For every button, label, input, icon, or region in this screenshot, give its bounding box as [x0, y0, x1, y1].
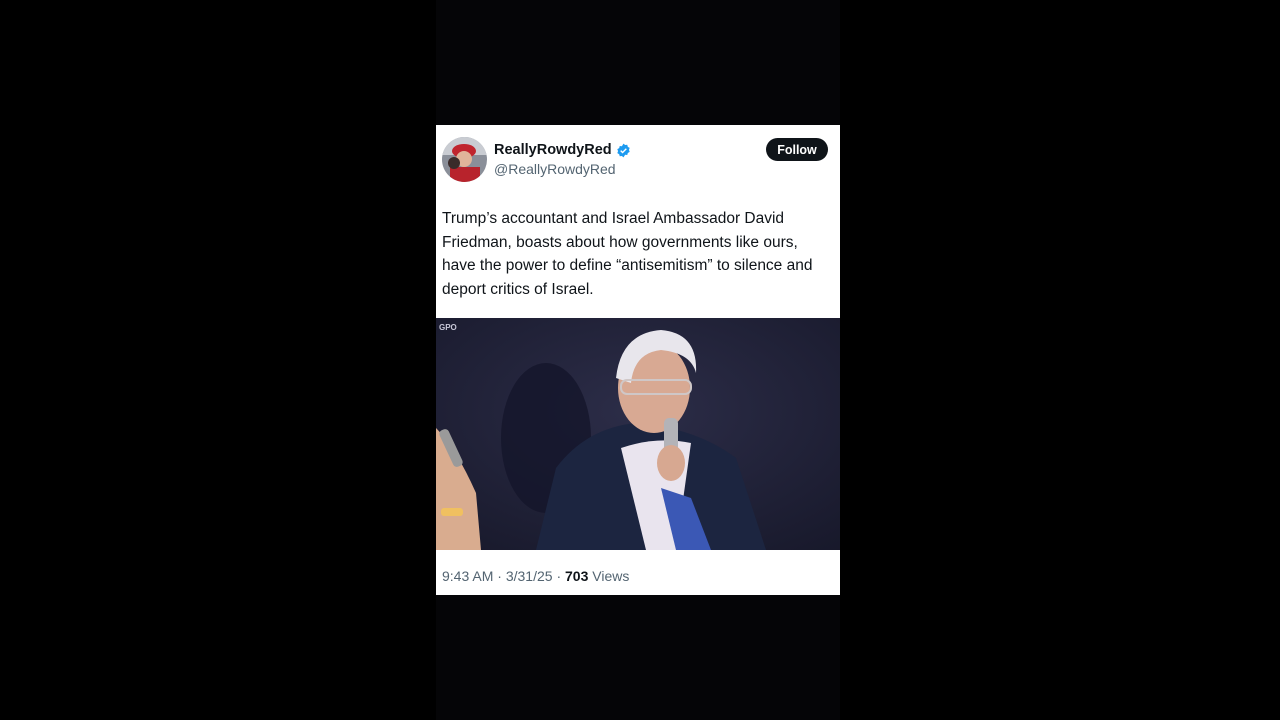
avatar[interactable]	[442, 137, 487, 182]
author-row: ReallyRowdyRed	[494, 142, 631, 158]
display-name[interactable]: ReallyRowdyRed	[494, 142, 612, 158]
separator: ·	[556, 568, 562, 584]
tweet-card[interactable]: ReallyRowdyRed @ReallyRowdyRed Follow Tr…	[436, 125, 840, 595]
tweet-video[interactable]: GPO	[436, 318, 840, 550]
views-label: Views	[592, 568, 630, 584]
watermark-text: GPO	[439, 323, 457, 332]
separator: ·	[497, 568, 502, 584]
gpo-logo-icon: GPO	[439, 323, 457, 332]
tweet-date[interactable]: 3/31/25	[506, 568, 553, 584]
tweet-time[interactable]: 9:43 AM	[442, 568, 493, 584]
tweet-metadata: 9:43 AM · 3/31/25 · 703 Views	[442, 568, 629, 584]
tweet-text: Trump’s accountant and Israel Ambassador…	[442, 210, 813, 298]
user-handle[interactable]: @ReallyRowdyRed	[494, 161, 616, 177]
verified-badge-icon	[616, 143, 631, 158]
follow-button[interactable]: Follow	[766, 138, 828, 161]
views-count: 703	[565, 568, 589, 584]
